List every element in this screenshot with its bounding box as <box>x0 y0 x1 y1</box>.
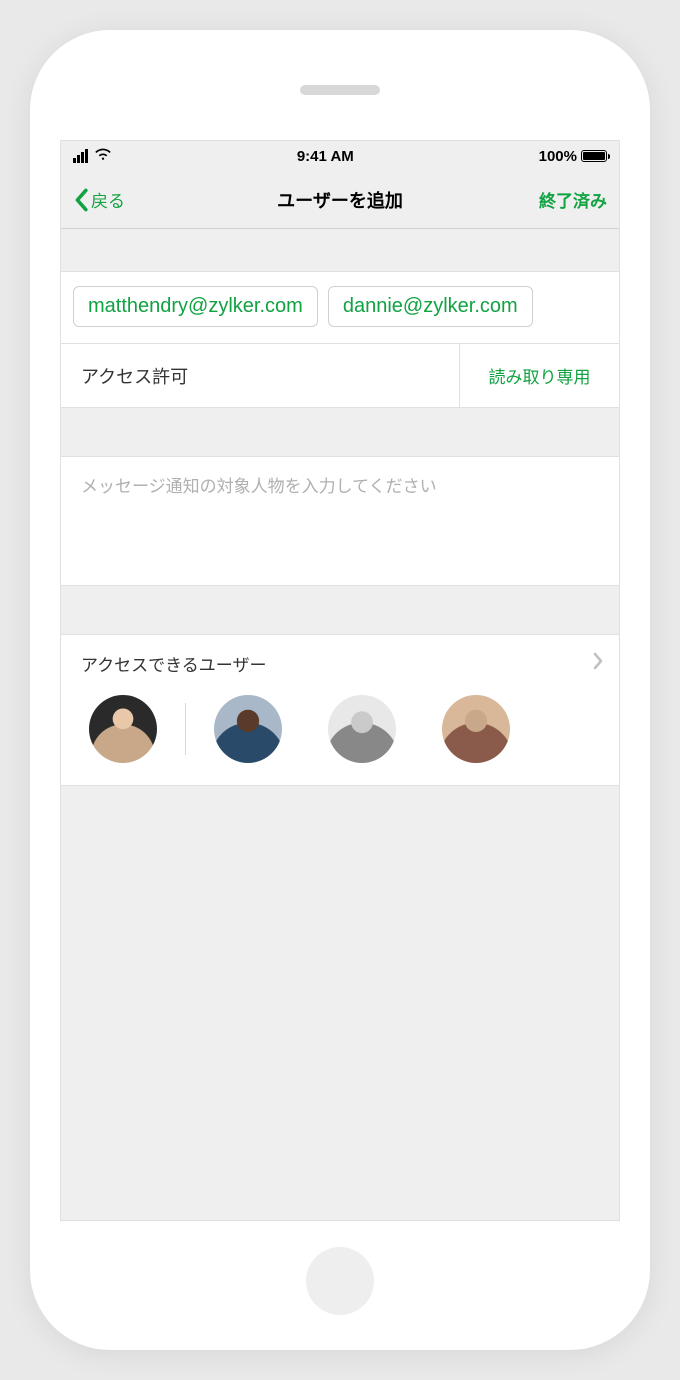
screen: 9:41 AM 100% 戻る ユーザーを追加 終了済み matthe <box>60 140 620 1221</box>
back-label: 戻る <box>91 187 125 212</box>
done-button[interactable]: 終了済み <box>539 187 607 212</box>
status-left <box>73 147 112 165</box>
chevron-left-icon <box>73 188 89 212</box>
avatars-row <box>61 691 619 785</box>
battery-percent: 100% <box>539 148 577 165</box>
avatar[interactable] <box>442 695 510 763</box>
avatar[interactable] <box>214 695 282 763</box>
email-chip[interactable]: matthendry@zylker.com <box>73 286 318 327</box>
spacer <box>61 229 619 271</box>
spacer <box>61 586 619 634</box>
page-title: ユーザーを追加 <box>277 187 403 213</box>
avatar-divider <box>185 703 186 755</box>
access-users-section: アクセスできるユーザー <box>61 634 619 786</box>
signal-icon <box>73 149 88 163</box>
message-section <box>61 456 619 586</box>
content-filler <box>61 786 619 1220</box>
status-bar: 9:41 AM 100% <box>61 141 619 171</box>
email-chip[interactable]: dannie@zylker.com <box>328 286 533 327</box>
status-right: 100% <box>539 148 607 165</box>
access-users-header[interactable]: アクセスできるユーザー <box>61 635 619 691</box>
avatar[interactable] <box>328 695 396 763</box>
access-users-label: アクセスできるユーザー <box>81 651 266 676</box>
content: matthendry@zylker.com dannie@zylker.com … <box>61 229 619 1220</box>
email-chips-section: matthendry@zylker.com dannie@zylker.com <box>61 271 619 344</box>
phone-frame: 9:41 AM 100% 戻る ユーザーを追加 終了済み matthe <box>30 30 650 1350</box>
avatar[interactable] <box>89 695 157 763</box>
phone-speaker <box>300 85 380 95</box>
permission-row: アクセス許可 読み取り専用 <box>61 344 619 408</box>
battery-icon <box>581 150 607 162</box>
chevron-right-icon <box>593 652 603 675</box>
nav-bar: 戻る ユーザーを追加 終了済み <box>61 171 619 229</box>
status-time: 9:41 AM <box>297 148 354 165</box>
wifi-icon <box>94 147 112 165</box>
message-input[interactable] <box>81 477 599 497</box>
home-button[interactable] <box>306 1247 374 1315</box>
permission-label: アクセス許可 <box>81 344 459 407</box>
back-button[interactable]: 戻る <box>73 187 125 212</box>
permission-value-button[interactable]: 読み取り専用 <box>459 344 619 407</box>
spacer <box>61 408 619 456</box>
